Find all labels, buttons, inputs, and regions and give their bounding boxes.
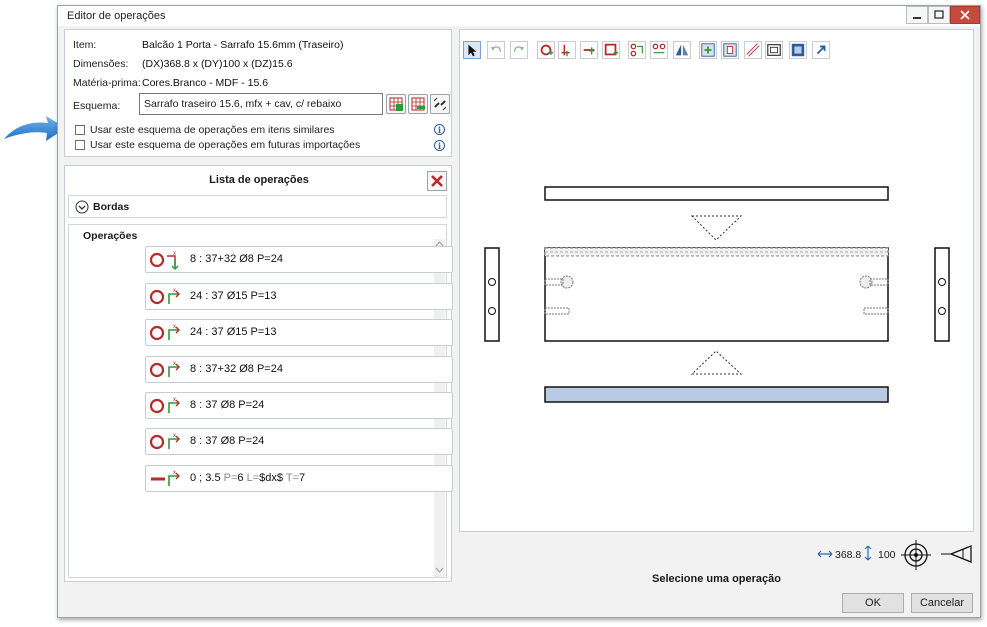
right-side-view [934,247,950,342]
drill-icon: x [149,431,189,456]
operations-editor-window: Editor de operações Item: Balcão 1 Porta… [57,5,981,618]
maximize-icon [934,10,944,19]
delete-operation-button[interactable] [427,171,447,191]
drill-left-icon: x [149,249,189,274]
groove-icon: x [149,468,189,493]
right-side-hole-2 [938,307,946,315]
front-view-panel [544,247,889,342]
scheme-field[interactable]: Sarrafo traseiro 15.6, mfx + cav, c/ reb… [139,93,383,115]
operation-text: 8 : 37 Ø8 P=24 [190,435,265,447]
operations-section-label: Operações [83,230,138,242]
groove-l-lbl: L= [246,472,260,484]
groove-a: 0 ; 3.5 [190,472,221,484]
edit-scheme-button[interactable] [408,94,428,114]
close-button[interactable] [950,6,980,24]
edges-section-label: Bordas [93,201,130,213]
grid-edit-icon [411,97,425,111]
groove-p-lbl: P= [223,472,238,484]
operation-text: 24 : 37 Ø15 P=13 [190,290,277,302]
maximize-button[interactable] [928,6,950,24]
ok-button[interactable]: OK [842,593,904,613]
future-imports-label: Usar este esquema de operações em futura… [90,139,361,151]
height-arrow-icon [864,545,872,561]
groove-p: 6 [237,472,244,484]
unlink-icon [433,97,447,111]
similar-items-checkbox[interactable] [75,125,85,135]
left-side-view [484,247,500,342]
window-title: Editor de operações [67,10,166,22]
svg-text:x: x [173,470,176,476]
dimensions-value: (DX)368.8 x (DY)100 x (DZ)15.6 [142,58,293,70]
svg-text:x: x [173,288,176,294]
chevron-down-icon [75,200,89,214]
close-icon [960,10,970,20]
operations-list-title: Lista de operações [209,174,309,186]
groove-t-lbl: T= [285,472,300,484]
right-side-hole-1 [938,278,946,286]
title-bar: Editor de operações [58,6,980,26]
minimize-button[interactable] [906,6,928,24]
bottom-direction-triangle [690,350,743,375]
unlink-scheme-button[interactable] [430,94,450,114]
new-scheme-button[interactable] [386,94,406,114]
grid-add-icon [389,97,403,111]
operation-text: 8 : 37+32 Ø8 P=24 [190,253,283,265]
operation-item[interactable]: x 8 : 37+32 Ø8 P=24 [145,246,453,273]
bottom-view-strip [544,386,889,403]
operation-item[interactable]: x 24 : 37 Ø15 P=13 [145,283,453,310]
scroll-down-icon [435,567,444,573]
svg-text:x: x [173,433,176,439]
minimize-icon [913,17,921,19]
drill-icon: x [149,286,189,311]
height-value: 100 [878,549,896,561]
operation-item[interactable]: x 8 : 37 Ø8 P=24 [145,428,453,455]
operation-item[interactable]: x 8 : 37+32 Ø8 P=24 [145,356,453,383]
svg-text:x: x [173,324,176,330]
status-message: Selecione uma operação [652,573,781,585]
operation-item[interactable]: x 8 : 37 Ø8 P=24 [145,392,453,419]
groove-t: 7 [299,472,306,484]
delete-x-icon [431,175,443,187]
operation-item[interactable]: x 24 : 37 Ø15 P=13 [145,319,453,346]
operation-text: 8 : 37 Ø8 P=24 [190,399,265,411]
width-arrow-icon [817,550,833,558]
similar-items-label: Usar este esquema de operações em itens … [90,124,335,136]
target-view-icon[interactable] [901,540,931,570]
left-side-hole-1 [488,278,496,286]
item-label: Item: [73,39,97,51]
item-info-panel: Item: Balcão 1 Porta - Sarrafo 15.6mm (T… [64,29,452,157]
svg-text:x: x [173,251,176,257]
drill-icon: x [149,359,189,384]
svg-text:x: x [173,397,176,403]
operation-text: 8 : 37+32 Ø8 P=24 [190,363,283,375]
svg-text:x: x [173,361,176,367]
cancel-button[interactable]: Cancelar [911,593,973,613]
operation-text: 0 ; 3.5 P=6 L=$dx$ T=7 [190,472,305,484]
future-imports-info-icon[interactable]: i [434,140,445,151]
scheme-label: Esquema: [73,100,121,112]
future-imports-checkbox[interactable] [75,140,85,150]
material-value: Cores.Branco - MDF - 15.6 [142,77,269,89]
edges-section-header[interactable]: Bordas [68,195,447,218]
dimensions-label: Dimensões: [73,58,129,70]
drill-icon: x [149,322,189,347]
similar-items-info-icon[interactable]: i [434,124,445,135]
projection-view-icon[interactable] [941,540,975,568]
drill-icon: x [149,395,189,420]
groove-l: $dx$ [259,472,283,484]
top-view-strip [544,186,889,201]
part-drawing [484,186,950,403]
left-side-hole-2 [488,307,496,315]
item-value: Balcão 1 Porta - Sarrafo 15.6mm (Traseir… [142,39,344,51]
operation-item-groove[interactable]: x 0 ; 3.5 P=6 L=$dx$ T=7 [145,465,453,492]
top-direction-triangle [690,215,743,241]
operation-text: 24 : 37 Ø15 P=13 [190,326,277,338]
material-label: Matéria-prima: [73,77,141,89]
width-value: 368.8 [835,549,862,561]
